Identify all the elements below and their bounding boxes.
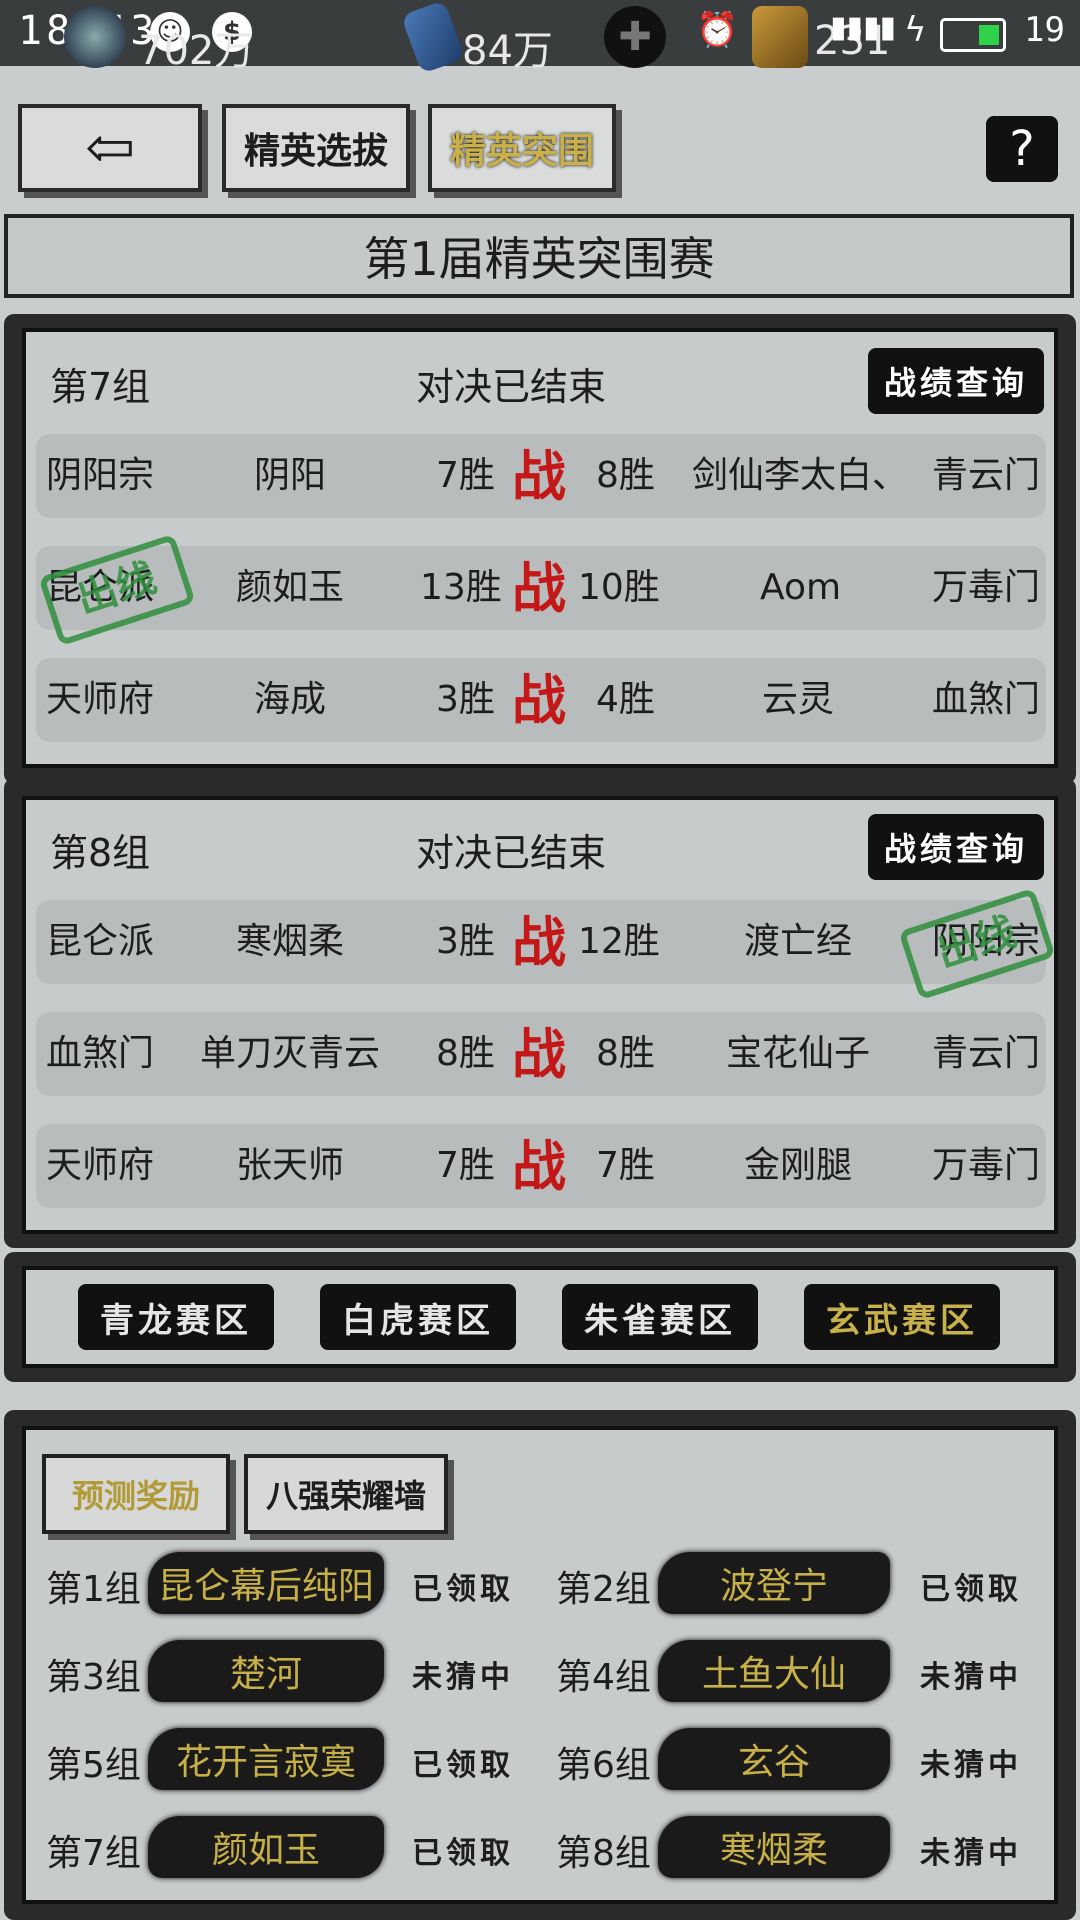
gems-value: 84万	[462, 28, 553, 74]
group-label: 第8组	[50, 831, 151, 875]
left-wins: 13胜	[420, 567, 502, 608]
record-query-button[interactable]: 战绩查询	[868, 814, 1044, 880]
zone-zhuque-button[interactable]: 朱雀赛区	[562, 1284, 758, 1350]
top8-wall-tab[interactable]: 八强荣耀墙	[244, 1454, 448, 1534]
prediction-group: 第5组	[46, 1745, 141, 1786]
vs-icon: 战	[512, 1022, 566, 1086]
prediction-name: 楚河	[148, 1640, 384, 1702]
prediction-name: 寒烟柔	[658, 1816, 890, 1878]
left-wins: 3胜	[436, 679, 495, 720]
gem-icon	[400, 0, 466, 74]
prediction-status: 已领取	[920, 1572, 1022, 1607]
signal-icon: ▮▮▮▮	[830, 10, 897, 45]
add-gems-icon[interactable]: ✚	[604, 6, 666, 68]
right-wins: 8胜	[596, 455, 655, 496]
left-sect: 血煞门	[46, 1033, 155, 1074]
coins-value: 702万	[138, 28, 255, 74]
left-wins: 7胜	[436, 455, 495, 496]
right-sect: 青云门	[932, 1033, 1041, 1074]
prediction-name: 颜如玉	[148, 1816, 384, 1878]
zone-qinglong-button[interactable]: 青龙赛区	[78, 1284, 274, 1350]
elite-breakout-button[interactable]: 精英突围	[428, 104, 616, 192]
right-sect: 万毒门	[932, 567, 1041, 608]
left-player: 寒烟柔	[236, 921, 345, 962]
match-row[interactable]: 血煞门 单刀灭青云 8胜 战 8胜 宝花仙子 青云门	[36, 1012, 1046, 1096]
status-bar: 18:43 ☺ $ 702万 84万 ✚ ⏰ 231 ▮▮▮▮ ϟ 19	[0, 0, 1080, 74]
vs-icon: 战	[512, 444, 566, 508]
right-wins: 12胜	[578, 921, 660, 962]
battery-level: 19	[1024, 10, 1065, 50]
prediction-name: 玄谷	[658, 1728, 890, 1790]
prediction-group: 第3组	[46, 1657, 141, 1698]
back-arrow-icon: ⇦	[84, 113, 136, 183]
right-sect: 血煞门	[932, 679, 1041, 720]
zone-xuanwu-button[interactable]: 玄武赛区	[804, 1284, 1000, 1350]
page-title: 第1届精英突围赛	[4, 214, 1074, 298]
prediction-name: 波登宁	[658, 1552, 890, 1614]
prediction-group: 第8组	[556, 1833, 651, 1874]
right-player: 渡亡经	[744, 921, 853, 962]
left-player: 颜如玉	[236, 567, 345, 608]
right-player: 宝花仙子	[726, 1033, 871, 1074]
back-button[interactable]: ⇦	[18, 104, 202, 192]
prediction-status: 未猜中	[920, 1836, 1022, 1871]
left-sect: 天师府	[46, 679, 155, 720]
prediction-name: 土鱼大仙	[658, 1640, 890, 1702]
prediction-status: 已领取	[412, 1748, 514, 1783]
right-wins: 8胜	[596, 1033, 655, 1074]
prediction-status: 已领取	[412, 1572, 514, 1607]
elite-select-button[interactable]: 精英选拔	[222, 104, 410, 192]
left-player: 阴阳	[254, 455, 327, 496]
vs-icon: 战	[512, 1134, 566, 1198]
left-sect: 昆仑派	[46, 921, 155, 962]
right-wins: 4胜	[596, 679, 655, 720]
group-label: 第7组	[50, 365, 151, 409]
charging-icon: ϟ	[904, 10, 927, 50]
prediction-group: 第2组	[556, 1569, 651, 1610]
left-player: 张天师	[236, 1145, 345, 1186]
match-row[interactable]: 阴阳宗 阴阳 7胜 战 8胜 剑仙李太白、 青云门	[36, 434, 1046, 518]
match-row[interactable]: 天师府 张天师 7胜 战 7胜 金刚腿 万毒门	[36, 1124, 1046, 1208]
left-player: 单刀灭青云	[200, 1033, 381, 1074]
prediction-status: 未猜中	[412, 1660, 514, 1695]
vs-icon: 战	[512, 910, 566, 974]
prediction-status: 已领取	[412, 1836, 514, 1871]
left-sect: 天师府	[46, 1145, 155, 1186]
help-button[interactable]: ?	[986, 116, 1058, 182]
right-sect: 青云门	[932, 455, 1041, 496]
match-row[interactable]: 天师府 海成 3胜 战 4胜 云灵 血煞门	[36, 658, 1046, 742]
group-status: 对决已结束	[416, 831, 607, 875]
left-player: 海成	[254, 679, 327, 720]
zone-baihu-button[interactable]: 白虎赛区	[320, 1284, 516, 1350]
left-sect: 阴阳宗	[46, 455, 155, 496]
right-player: 剑仙李太白、	[692, 455, 909, 496]
prediction-group: 第7组	[46, 1833, 141, 1874]
left-wins: 8胜	[436, 1033, 495, 1074]
group-status: 对决已结束	[416, 365, 607, 409]
left-wins: 3胜	[436, 921, 495, 962]
alarm-icon: ⏰	[696, 10, 739, 50]
right-player: 金刚腿	[744, 1145, 853, 1186]
prediction-status: 未猜中	[920, 1660, 1022, 1695]
right-sect: 万毒门	[932, 1145, 1041, 1186]
vs-icon: 战	[512, 668, 566, 732]
right-player: 云灵	[762, 679, 835, 720]
right-wins: 7胜	[596, 1145, 655, 1186]
prediction-status: 未猜中	[920, 1748, 1022, 1783]
prediction-group: 第4组	[556, 1657, 651, 1698]
left-wins: 7胜	[436, 1145, 495, 1186]
token-icon	[752, 6, 808, 68]
coin-icon	[64, 6, 126, 68]
prediction-group: 第6组	[556, 1745, 651, 1786]
record-query-button[interactable]: 战绩查询	[868, 348, 1044, 414]
predict-reward-tab[interactable]: 预测奖励	[42, 1454, 230, 1534]
prediction-group: 第1组	[46, 1569, 141, 1610]
right-wins: 10胜	[578, 567, 660, 608]
prediction-name: 花开言寂寞	[148, 1728, 384, 1790]
battery-icon	[940, 18, 1006, 52]
vs-icon: 战	[512, 556, 566, 620]
right-player: Aom	[760, 567, 842, 608]
prediction-name: 昆仑幕后纯阳	[148, 1552, 384, 1614]
match-row[interactable]: 昆仑派 寒烟柔 3胜 战 12胜 渡亡经 阴阳宗	[36, 900, 1046, 984]
